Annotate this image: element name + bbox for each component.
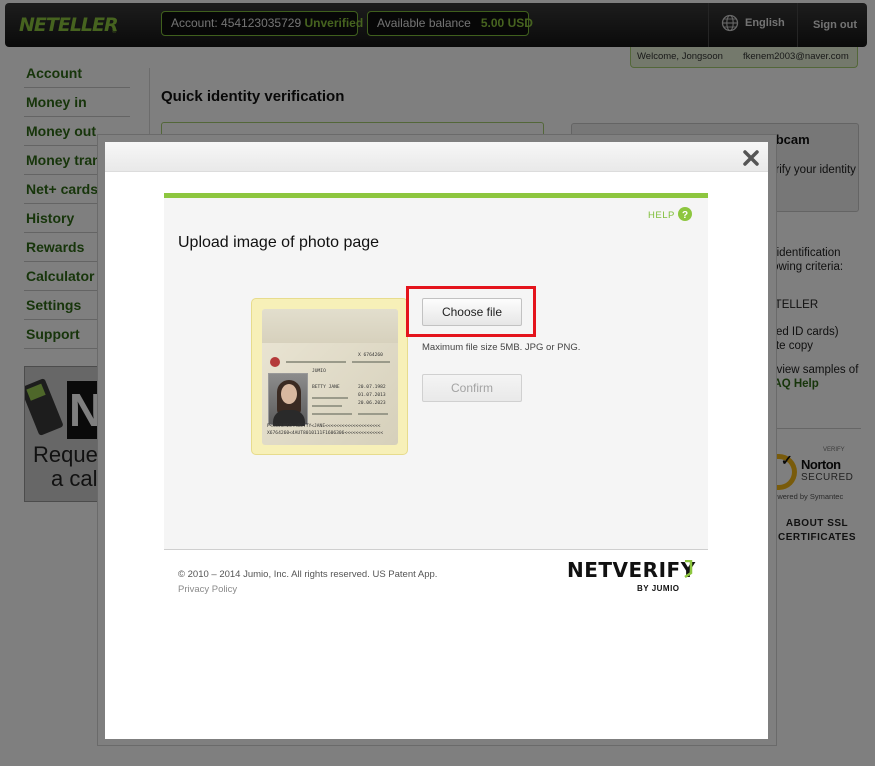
netverify-by-jumio: BY JUMIO <box>637 584 680 593</box>
copyright-text: © 2010 – 2014 Jumio, Inc. All rights res… <box>178 569 438 580</box>
svg-text:?: ? <box>682 210 688 221</box>
help-link[interactable]: HELP <box>648 210 675 221</box>
confirm-button[interactable]: Confirm <box>422 374 522 402</box>
netverify-brand: NETVERIFY <box>567 558 696 582</box>
upload-modal: HELP ? Upload image of photo page JUMIO … <box>105 142 768 739</box>
modal-header <box>105 142 768 172</box>
netverify-mark-icon <box>684 560 693 578</box>
passport-emblem-icon <box>270 357 280 367</box>
choose-file-button[interactable]: Choose file <box>422 298 522 326</box>
passport-sample-frame: JUMIO X 6764260 BETTY JANE 20.07.1982 01… <box>251 298 408 455</box>
privacy-policy-link[interactable]: Privacy Policy <box>178 584 237 595</box>
divider <box>164 549 708 550</box>
netverify-logo: NETVERIFY BY JUMIO <box>567 558 697 598</box>
file-size-hint: Maximum file size 5MB. JPG or PNG. <box>422 342 581 353</box>
netverify-widget: HELP ? Upload image of photo page JUMIO … <box>164 193 708 549</box>
close-icon[interactable] <box>741 148 761 168</box>
upload-title: Upload image of photo page <box>178 234 380 251</box>
passport-photo <box>268 373 308 426</box>
help-icon[interactable]: ? <box>678 207 692 221</box>
passport-sample-image: JUMIO X 6764260 BETTY JANE 20.07.1982 01… <box>262 309 398 445</box>
